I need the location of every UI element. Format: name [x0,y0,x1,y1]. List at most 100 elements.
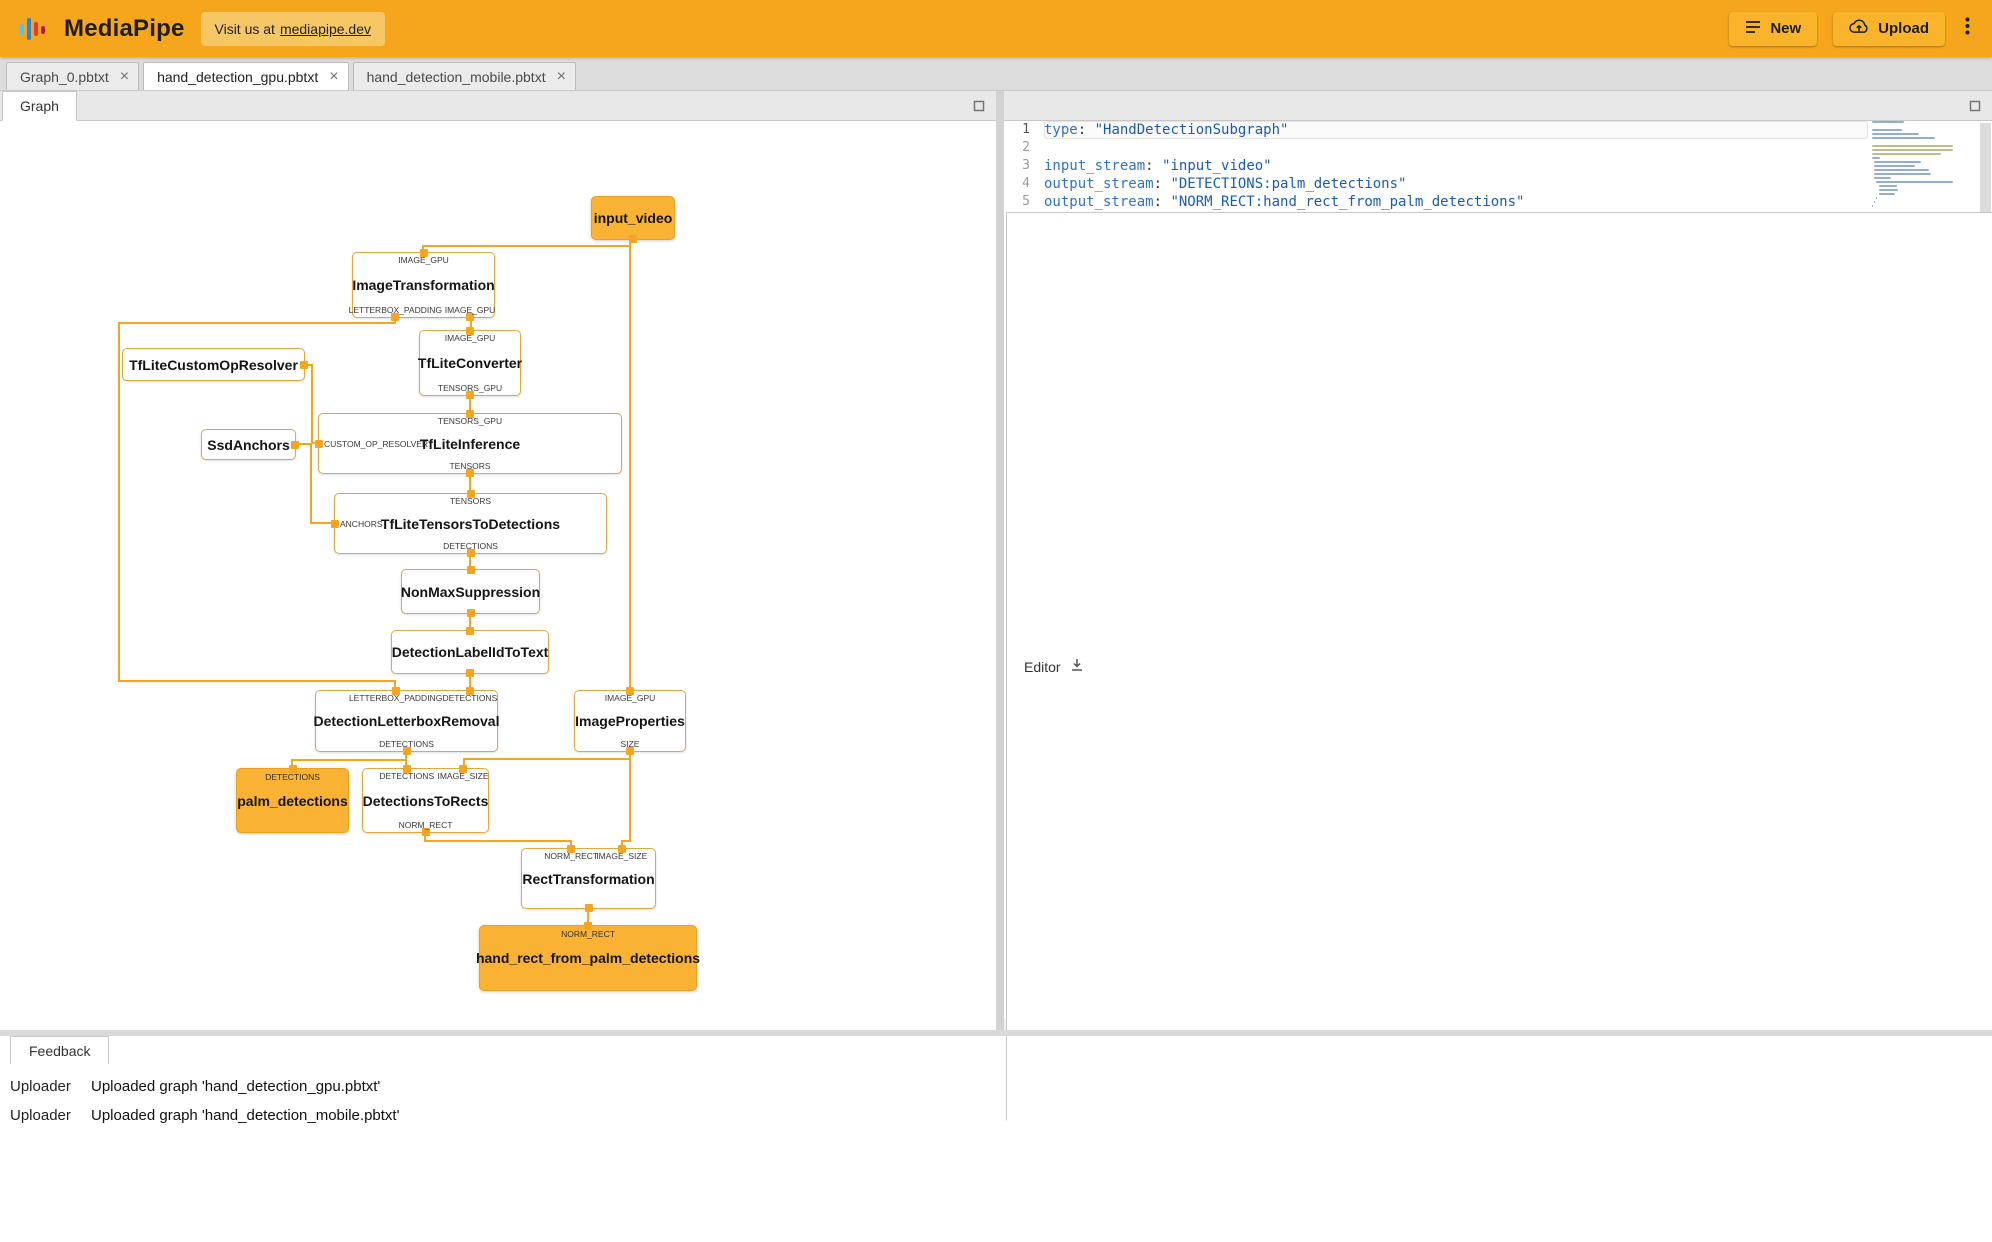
port [466,566,475,574]
node-label: ImageTransformation [352,277,495,293]
file-tab[interactable]: hand_detection_mobile.pbtxt × [352,62,576,90]
code-line[interactable]: output_stream: "NORM_RECT:hand_rect_from… [1044,193,1868,211]
file-tab-strip: Graph_0.pbtxt × hand_detection_gpu.pbtxt × h… [0,57,1992,91]
code-row: 5 output_stream: "NORM_RECT:hand_rect_fro… [1004,193,1868,211]
line-number: 5 [1022,194,1030,209]
popout-icon-graph[interactable] [972,99,986,113]
app-title: MediaPipe [64,14,185,42]
line-number: 3 [1022,158,1030,173]
line-number: 2 [1022,140,1030,155]
new-button[interactable]: New [1729,11,1818,46]
node-label: TfLiteTensorsToDetections [380,515,561,532]
graph-tab-label: Graph [20,98,59,114]
port [300,360,308,369]
graph-node-ImageTransformation[interactable]: ImageTransformation IMAGE_GPU LETTERBOX_PA… [348,249,496,321]
code-row: 1 type: "HandDetectionSubgraph" [1004,121,1868,139]
code-line[interactable]: output_stream: "DETECTIONS:palm_detectio… [1044,175,1868,193]
feedback-divider[interactable] [0,1030,1992,1036]
graph-node-DetectionLabelIdToText[interactable]: DetectionLabelIdToText [391,627,549,677]
node-label: DetectionsToRects [362,792,489,809]
port [331,519,339,528]
code-row: 2 [1004,139,1868,157]
port [288,765,297,773]
port-label: IMAGE_GPU [604,693,656,703]
port-label: NORM_RECT [398,820,453,830]
port-label: ANCHORS [340,518,383,529]
graph-node-palm_detections[interactable]: DETECTIONS palm_detections [236,765,349,833]
graph-node-ImageProperties[interactable]: ImageProperties IMAGE_GPU SIZE [574,687,686,755]
graph-node-RectTransformation[interactable]: RectTransformation NORM_RECT IMAGE_SIZE [521,845,656,912]
mediapipe-logo-icon [18,14,48,44]
graph-node-SsdAnchors[interactable]: SsdAnchors [201,429,299,460]
node-label: DetectionLetterboxRemoval [313,713,500,729]
node-label: ImageProperties [575,713,685,729]
mediapipe-visualizer: { "colors": { "header_bg": "#F5A61D", "e… [0,0,1992,1242]
port-label: LETTERBOX_PADDING [348,693,443,703]
port-label: LETTERBOX_PADDING [348,305,442,315]
tab-graph[interactable]: Graph [2,91,77,121]
code-line[interactable]: input_stream: "input_video" [1044,157,1868,175]
more-options-button[interactable] [1961,17,1974,40]
port [584,904,593,912]
upload-button-label: Upload [1878,20,1929,37]
download-icon[interactable] [1070,658,1084,675]
port-label: TENSORS [449,496,492,506]
popout-icon-editor[interactable] [1968,99,1982,113]
line-number: 4 [1022,176,1030,191]
node-label: TfLiteCustomOpResolver [129,356,298,373]
editor-tab-label: Editor [1024,658,1061,675]
panel-divider[interactable] [996,91,1004,1030]
graph-node-DetectionLetterboxRemoval[interactable]: DetectionLetterboxRemoval LETTERBOX_PADDI… [313,687,500,755]
tab-feedback[interactable]: Feedback [10,1036,110,1064]
graph-node-input_video[interactable]: input_video [591,196,675,243]
graph-node-TfLiteCustomOpResolver[interactable]: TfLiteCustomOpResolver [122,348,308,381]
port-label: IMAGE_GPU [444,305,496,315]
port-label: SIZE [620,739,640,749]
code-row: 3 input_stream: "input_video" [1004,157,1868,175]
close-icon[interactable]: × [120,68,129,85]
file-tab[interactable]: Graph_0.pbtxt × [6,62,140,90]
feedback-message: Uploaded graph 'hand_detection_mobile.pb… [91,1107,400,1124]
app-header: MediaPipe Visit us at mediapipe.dev New … [0,0,1992,57]
graph-canvas[interactable]: input_video ImageTransformation IMAGE_GPU L… [0,121,996,1030]
close-icon[interactable]: × [329,68,338,85]
graph-node-NonMaxSuppression[interactable]: NonMaxSuppression [401,566,540,617]
feedback-tab-label: Feedback [29,1042,91,1059]
feedback-message: Uploaded graph 'hand_detection_gpu.pbtxt… [91,1078,381,1095]
node-label: hand_rect_from_palm_detections [475,950,701,966]
port [466,609,475,617]
visit-chip: Visit us at mediapipe.dev [200,11,385,46]
file-tab[interactable]: hand_detection_gpu.pbtxt × [143,62,349,90]
mediapipe-dev-link[interactable]: mediapipe.dev [280,21,371,37]
code-line[interactable]: type: "HandDetectionSubgraph" [1044,121,1868,139]
port-label: DETECTIONS [443,541,498,551]
node-label: DetectionLabelIdToText [391,644,549,660]
node-label: RectTransformation [522,870,655,887]
code-line[interactable] [1044,139,1868,157]
graph-node-TfLiteConverter[interactable]: TfLiteConverter IMAGE_GPU TENSORS_GPU [417,327,523,399]
line-number: 1 [1022,122,1030,137]
code-row: 4 output_stream: "DETECTIONS:palm_detecti… [1004,175,1868,193]
node-label: TfLiteConverter [417,355,523,371]
port-label: CUSTOM_OP_RESOLVER [324,438,429,449]
port [584,922,592,930]
graph-node-DetectionsToRects[interactable]: DetectionsToRects DETECTIONS IMAGE_SIZE NOR… [362,765,489,836]
new-icon [1745,20,1761,38]
close-icon[interactable]: × [557,68,566,85]
visit-text: Visit us at [214,20,275,37]
feedback-source: Uploader [10,1107,71,1124]
port [466,627,474,635]
port [466,669,474,677]
graph-node-TfLiteInference[interactable]: TfLiteInference TENSORS_GPU TENSORS CUSTOM_… [315,410,622,477]
graph-node-TfLiteTensorsToDetections[interactable]: TfLiteTensorsToDetections TENSORS DETECTIO… [331,490,607,557]
port-label: NORM_RECT [544,851,599,861]
port-label: IMAGE_GPU [444,333,496,343]
graph-node-hand_rect_from_palm_detections[interactable]: NORM_RECT hand_rect_from_palm_detections [475,922,701,991]
upload-button[interactable]: Upload [1833,11,1945,46]
port-label: NORM_RECT [561,929,615,939]
tab-editor[interactable]: Editor [1006,212,1992,1121]
port-label: DETECTIONS [379,771,435,781]
feedback-source: Uploader [10,1078,71,1095]
file-tab-label: Graph_0.pbtxt [20,68,109,85]
node-label: palm_detections [237,792,348,809]
